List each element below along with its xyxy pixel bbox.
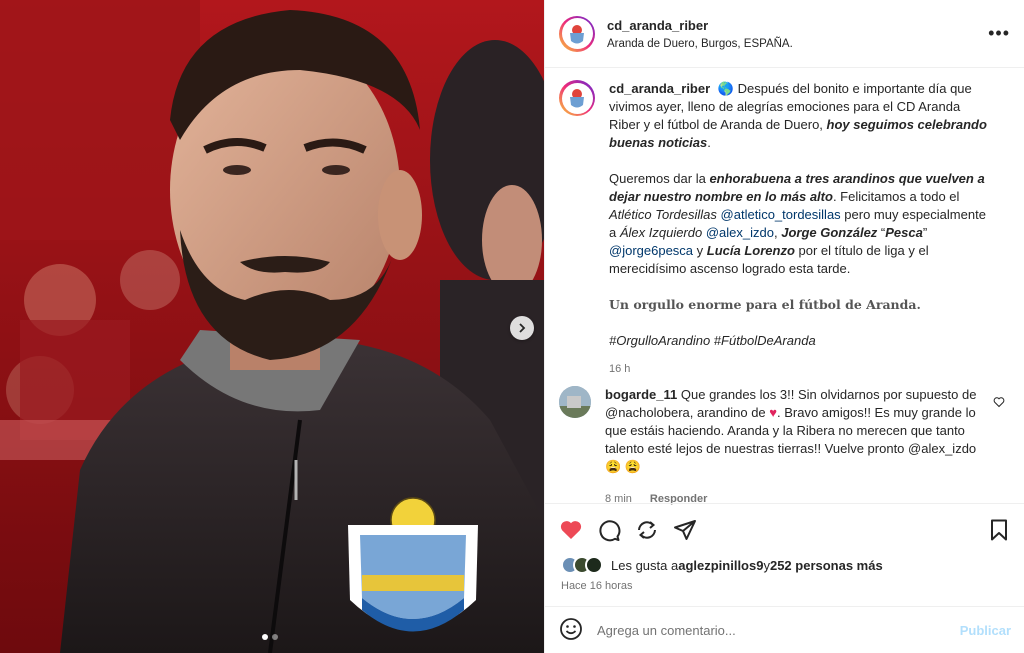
action-bar: [545, 503, 1024, 555]
likes-count[interactable]: 252 personas más: [770, 558, 883, 573]
avatar[interactable]: [559, 15, 595, 52]
avatar: [585, 556, 603, 574]
hashtags[interactable]: #OrgulloArandino #FútbolDeAranda: [609, 333, 816, 348]
post-panel: cd_aranda_riber Aranda de Duero, Burgos,…: [544, 0, 1024, 653]
send-icon[interactable]: [673, 518, 697, 542]
likes-summary[interactable]: Les gusta a aglezpinillos9 y 252 persona…: [561, 556, 883, 574]
globe-icon: 🌎: [717, 81, 734, 96]
caption-emphasis: Lucía Lorenzo: [706, 243, 795, 258]
emoji-icon[interactable]: [559, 617, 583, 644]
post-location[interactable]: Aranda de Duero, Burgos, ESPAÑA.: [607, 38, 988, 50]
likes-prefix: Les gusta a: [611, 557, 679, 573]
comment-text: Que grandes los 3!! Sin olvidarnos por s…: [680, 387, 977, 402]
mention-link[interactable]: @alex_izdo: [908, 441, 976, 456]
chevron-right-icon: [519, 323, 526, 333]
post-header: cd_aranda_riber Aranda de Duero, Burgos,…: [545, 0, 1024, 68]
add-comment-bar: Publicar: [545, 606, 1024, 653]
avatar[interactable]: [559, 386, 591, 418]
carousel-dot: [262, 634, 268, 640]
commenter-avatar-image: [559, 386, 591, 418]
caption-username[interactable]: cd_aranda_riber: [609, 81, 710, 96]
comment-input[interactable]: [597, 622, 960, 638]
heart-icon[interactable]: [559, 518, 583, 542]
publish-button[interactable]: Publicar: [960, 623, 1011, 638]
caption-emphasis: Atlético Tordesillas: [609, 207, 717, 222]
caption-highlight: Un orgullo enorme para el fútbol de Aran…: [609, 297, 921, 312]
carousel-dots: [262, 634, 278, 640]
mention-link[interactable]: @alex_izdo: [706, 225, 774, 240]
comment: bogarde_11 Que grandes los 3!! Sin olvid…: [559, 386, 1009, 508]
likes-user[interactable]: aglezpinillos9: [678, 558, 763, 573]
carousel-dot: [272, 634, 278, 640]
post-photo: [0, 0, 544, 653]
comment-username[interactable]: bogarde_11: [605, 387, 677, 402]
post-date: Hace 16 horas: [561, 580, 633, 592]
caption-emphasis: Jorge González: [781, 225, 878, 240]
mention-link[interactable]: @jorge6pesca: [609, 243, 693, 258]
comment-text: , arandino de: [689, 405, 770, 420]
like-small-icon[interactable]: [993, 396, 1005, 411]
caption-time[interactable]: 16 h: [609, 360, 989, 378]
emoji-text: 😩 😩: [605, 459, 641, 474]
share-icon[interactable]: [635, 518, 659, 542]
caption-text: . Felicitamos a todo el: [832, 189, 960, 204]
heart-emoji-icon: ♥: [769, 405, 777, 420]
post-username[interactable]: cd_aranda_riber: [607, 18, 988, 33]
club-logo-icon: [570, 24, 584, 43]
caption-emphasis: Pesca: [885, 225, 923, 240]
bookmark-icon[interactable]: [987, 518, 1011, 542]
caption-text: Queremos dar la: [609, 171, 710, 186]
caption-text: .: [707, 135, 711, 150]
post-media[interactable]: [0, 0, 544, 653]
next-photo-button[interactable]: [510, 316, 534, 340]
comment-icon[interactable]: [597, 518, 621, 542]
caption-avatar[interactable]: [559, 80, 595, 116]
caption: cd_aranda_riber 🌎 Después del bonito e i…: [559, 80, 1009, 378]
mention-link[interactable]: @nacholobera: [605, 405, 690, 420]
caption-text: ”: [922, 225, 928, 240]
caption-text: y: [693, 243, 707, 258]
mention-link[interactable]: @atletico_tordesillas: [721, 207, 841, 222]
caption-emphasis: Álex Izquierdo: [619, 225, 703, 240]
club-logo-icon: [570, 89, 584, 108]
more-options-icon[interactable]: •••: [988, 23, 1010, 44]
